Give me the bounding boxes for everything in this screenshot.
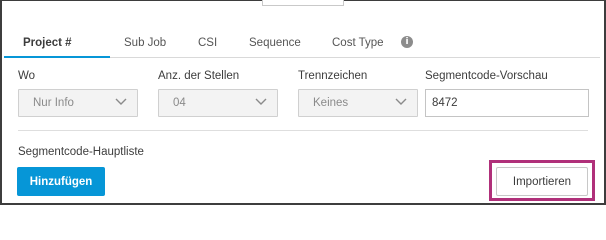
chevron-down-icon [115, 98, 127, 105]
tab-sub-job[interactable]: Sub Job [124, 37, 166, 49]
section-divider [18, 130, 588, 131]
wo-select-value: Nur Info [33, 97, 74, 109]
tab-csi[interactable]: CSI [198, 37, 217, 49]
wo-select[interactable]: Nur Info [18, 89, 138, 117]
previous-field-edge [262, 0, 344, 6]
separator-select[interactable]: Keines [298, 89, 418, 117]
info-icon[interactable]: i [401, 36, 413, 48]
digits-select[interactable]: 04 [158, 89, 278, 117]
import-button[interactable]: Importieren [496, 167, 588, 196]
chevron-down-icon [255, 98, 267, 105]
segment-code-preview-input[interactable] [425, 89, 589, 117]
chevron-down-icon [395, 98, 407, 105]
preview-label: Segmentcode-Vorschau [425, 70, 548, 82]
active-tab-indicator [4, 56, 110, 58]
add-button[interactable]: Hinzufügen [17, 167, 105, 196]
tab-bar: Project # Sub Job CSI Sequence Cost Type… [4, 32, 600, 58]
tab-cost-type[interactable]: Cost Type [332, 37, 384, 49]
wo-label: Wo [18, 70, 36, 82]
tab-project[interactable]: Project # [23, 37, 72, 49]
tab-sequence[interactable]: Sequence [249, 37, 301, 49]
separator-label: Trennzeichen [298, 70, 368, 82]
digits-select-value: 04 [173, 97, 186, 109]
master-list-label: Segmentcode-Hauptliste [18, 146, 144, 158]
digits-label: Anz. der Stellen [158, 70, 240, 82]
separator-select-value: Keines [313, 97, 349, 109]
